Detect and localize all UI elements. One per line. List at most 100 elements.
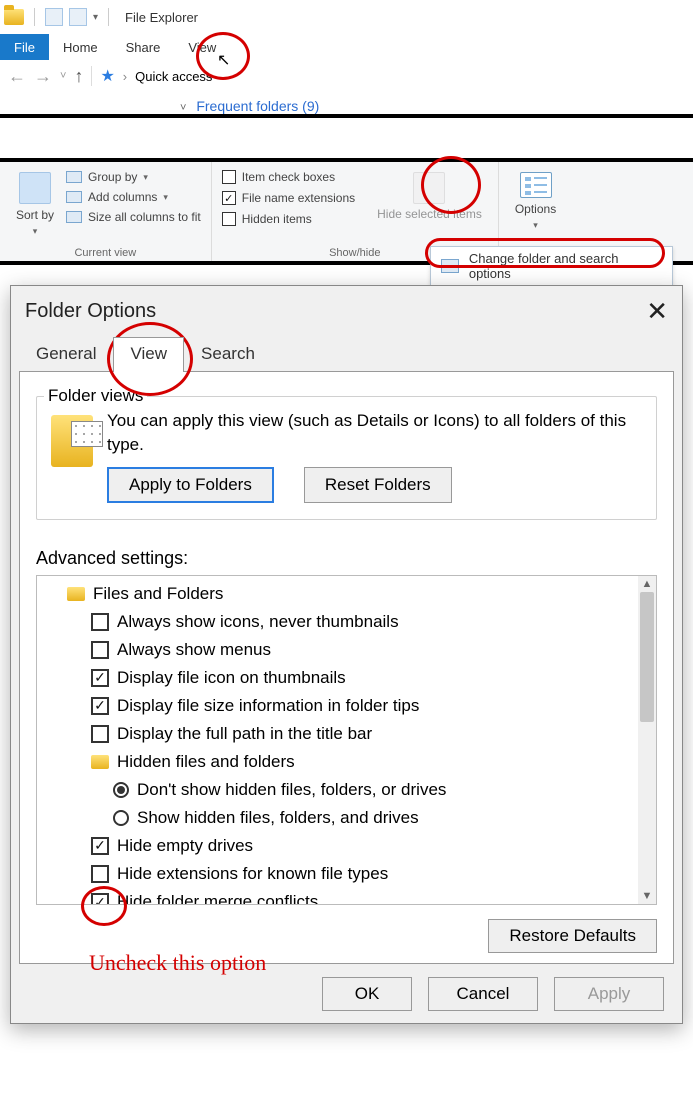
tab-home[interactable]: Home	[49, 34, 112, 60]
ribbon-tabs: File Home Share View	[0, 34, 693, 60]
file-name-extensions-toggle[interactable]: File name extensions	[222, 189, 355, 207]
scroll-down-icon[interactable]: ▼	[638, 888, 656, 904]
tab-file[interactable]: File	[0, 34, 49, 60]
scroll-thumb[interactable]	[640, 592, 654, 722]
checkbox-icon[interactable]	[91, 725, 109, 743]
item-check-boxes-label: Item check boxes	[242, 170, 335, 184]
tree-item-5[interactable]: Hidden files and folders	[43, 748, 650, 776]
tree-label: Always show icons, never thumbnails	[117, 608, 399, 636]
checkbox-checked-icon	[222, 191, 236, 205]
tab-view[interactable]: View	[113, 337, 184, 372]
tree-item-0[interactable]: Always show icons, never thumbnails	[43, 608, 650, 636]
advanced-settings-tree[interactable]: Files and FoldersAlways show icons, neve…	[36, 575, 657, 905]
folder-views-text: You can apply this view (such as Details…	[107, 409, 642, 457]
nav-forward-icon[interactable]: →	[34, 66, 52, 87]
tree-label: Show hidden files, folders, and drives	[137, 804, 419, 832]
checkbox-icon[interactable]	[91, 641, 109, 659]
hidden-items-label: Hidden items	[242, 212, 312, 226]
tree-item-9[interactable]: Hide extensions for known file types	[43, 860, 650, 888]
nav-up-icon[interactable]: ↑	[74, 66, 83, 87]
change-folder-options-item[interactable]: Change folder and search options	[430, 246, 673, 286]
tree-label: Display file size information in folder …	[117, 692, 419, 720]
tree-label: Hide empty drives	[117, 832, 253, 860]
add-columns-button[interactable]: Add columns ▾	[66, 188, 201, 206]
tree-item-6[interactable]: Don't show hidden files, folders, or dri…	[43, 776, 650, 804]
radio-icon[interactable]	[113, 810, 129, 826]
group-by-label: Group by	[88, 170, 137, 184]
item-check-boxes-toggle[interactable]: Item check boxes	[222, 168, 355, 186]
options-label: Options	[515, 202, 556, 216]
qat-dropdown-icon[interactable]: ▾	[93, 12, 98, 23]
dialog-title: Folder Options	[25, 300, 156, 323]
dialog-tabs: General View Search	[11, 337, 682, 372]
sort-by-label: Sort by	[16, 208, 54, 222]
checkbox-icon[interactable]	[91, 669, 109, 687]
annotation-uncheck-text: Uncheck this option	[89, 950, 266, 976]
sort-by-button[interactable]: Sort by ▾	[10, 168, 60, 241]
quick-access-icon[interactable]: ★	[100, 66, 114, 86]
folder-icon	[67, 587, 85, 601]
add-columns-icon	[66, 191, 82, 203]
options-button[interactable]: Options ▾	[509, 168, 562, 235]
checkbox-icon[interactable]	[91, 837, 109, 855]
nav-recent-icon[interactable]: ˅	[60, 70, 66, 82]
radio-icon[interactable]	[113, 782, 129, 798]
nav-back-icon[interactable]: ←	[8, 66, 26, 87]
apply-button[interactable]: Apply	[554, 977, 664, 1011]
folder-options-dialog: Folder Options ✕ General View Search Fol…	[10, 285, 683, 1024]
cancel-button[interactable]: Cancel	[428, 977, 538, 1011]
hide-selected-label: Hide selected items	[377, 208, 482, 221]
scroll-up-icon[interactable]: ▲	[638, 576, 656, 592]
tree-label: Hide folder merge conflicts	[117, 888, 318, 904]
tree-item-3[interactable]: Display file size information in folder …	[43, 692, 650, 720]
titlebar: ▾ File Explorer	[0, 0, 693, 34]
content-area: ˅ Frequent folders (9)	[0, 92, 693, 114]
tree-node-root[interactable]: Files and Folders	[43, 580, 650, 608]
tree-item-1[interactable]: Always show menus	[43, 636, 650, 664]
tree-label: Hide extensions for known file types	[117, 860, 388, 888]
apply-to-folders-button[interactable]: Apply to Folders	[107, 467, 274, 503]
tree-scrollbar[interactable]: ▲ ▼	[638, 576, 656, 904]
qat-properties-icon[interactable]	[45, 8, 63, 26]
breadcrumb[interactable]: Quick access	[135, 69, 212, 84]
add-columns-label: Add columns	[88, 190, 157, 204]
tab-search[interactable]: Search	[184, 337, 272, 372]
tree-item-8[interactable]: Hide empty drives	[43, 832, 650, 860]
checkbox-icon[interactable]	[91, 697, 109, 715]
restore-defaults-button[interactable]: Restore Defaults	[488, 919, 657, 953]
checkbox-icon[interactable]	[91, 613, 109, 631]
close-button[interactable]: ✕	[646, 296, 668, 327]
change-folder-icon	[441, 259, 459, 273]
tab-general[interactable]: General	[19, 337, 113, 372]
size-columns-icon	[66, 211, 82, 223]
group-by-button[interactable]: Group by ▾	[66, 168, 201, 186]
tab-share[interactable]: Share	[112, 34, 175, 60]
folder-views-icon	[51, 415, 93, 467]
ribbon-fragment: Sort by ▾ Group by ▾ Add columns ▾ Size …	[0, 158, 693, 265]
folder-icon	[91, 755, 109, 769]
hidden-items-toggle[interactable]: Hidden items	[222, 210, 355, 228]
frequent-folders-header[interactable]: Frequent folders (9)	[196, 98, 319, 114]
tree-item-10[interactable]: Hide folder merge conflicts	[43, 888, 650, 904]
checkbox-icon	[222, 170, 236, 184]
checkbox-icon[interactable]	[91, 893, 109, 904]
checkbox-icon[interactable]	[91, 865, 109, 883]
qat-newfolder-icon[interactable]	[69, 8, 87, 26]
size-all-columns-button[interactable]: Size all columns to fit	[66, 208, 201, 226]
tree-item-2[interactable]: Display file icon on thumbnails	[43, 664, 650, 692]
options-icon	[520, 172, 552, 198]
folder-icon	[4, 9, 24, 25]
ok-button[interactable]: OK	[322, 977, 412, 1011]
tree-label: Always show menus	[117, 636, 271, 664]
reset-folders-button[interactable]: Reset Folders	[304, 467, 452, 503]
cursor-icon: ↖	[217, 50, 230, 70]
hide-selected-icon	[413, 172, 445, 204]
hide-selected-button[interactable]: Hide selected items	[371, 168, 488, 241]
chevron-down-icon[interactable]: ˅	[180, 102, 186, 114]
change-folder-label: Change folder and search options	[469, 251, 662, 281]
tree-item-4[interactable]: Display the full path in the title bar	[43, 720, 650, 748]
nav-bar: ← → ˅ ↑ ★ › Quick access	[0, 60, 693, 92]
tree-item-7[interactable]: Show hidden files, folders, and drives	[43, 804, 650, 832]
advanced-settings-label: Advanced settings:	[36, 548, 657, 569]
tree-label: Files and Folders	[93, 580, 223, 608]
